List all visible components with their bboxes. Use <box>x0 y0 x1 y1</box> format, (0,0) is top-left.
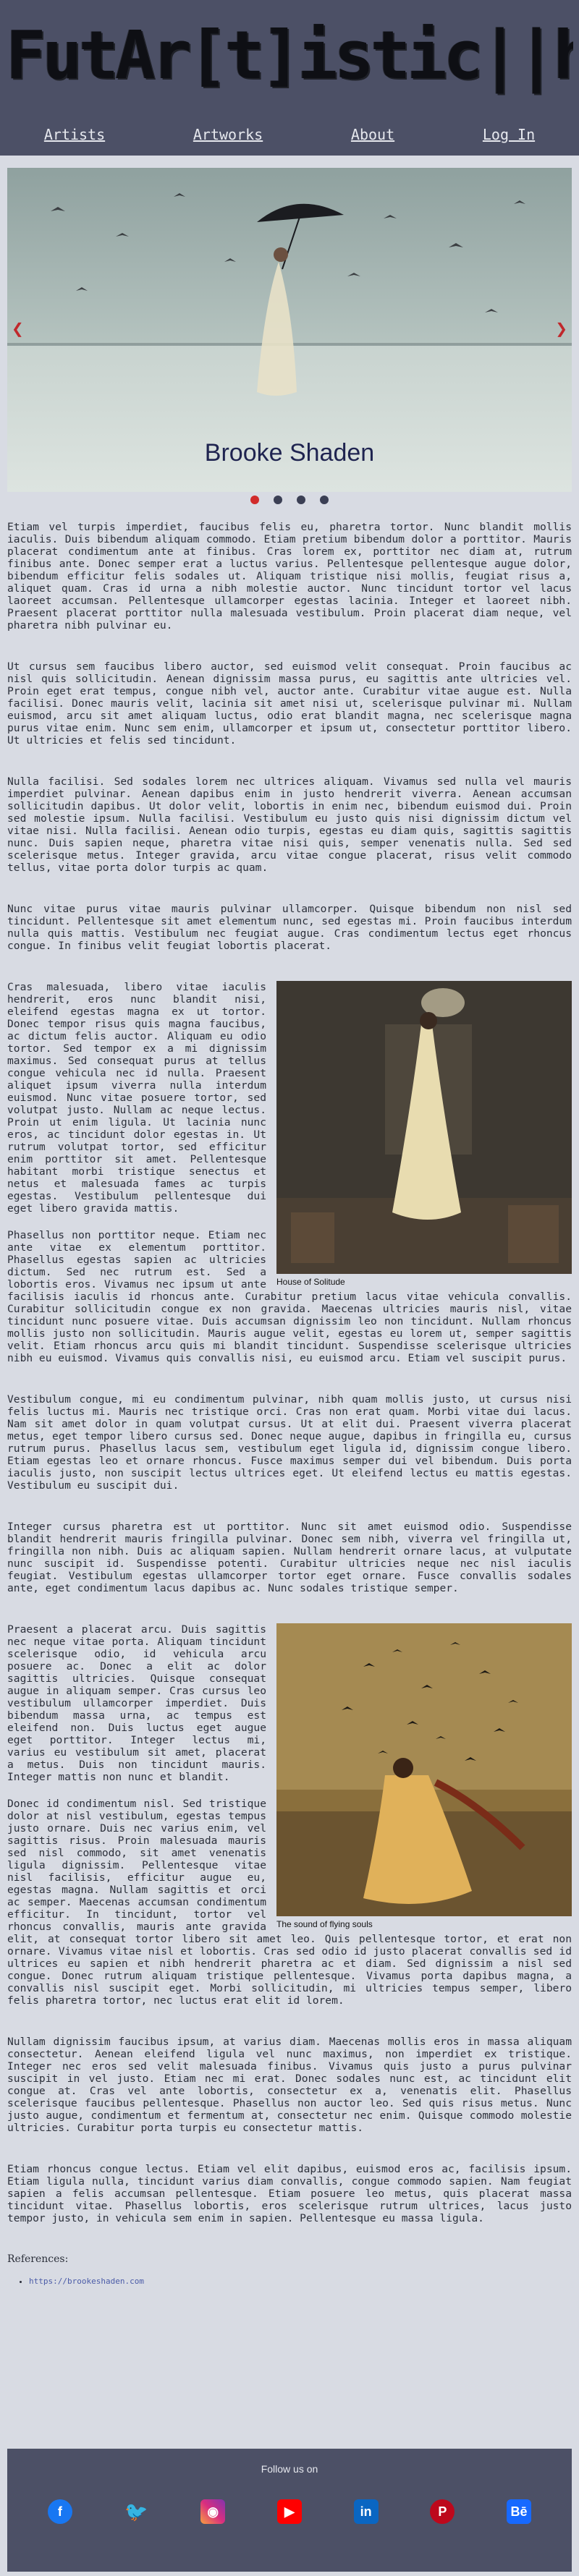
site-header: FutAr[t]istic||hvB Artists Artworks Abou… <box>0 0 579 156</box>
pinterest-icon[interactable]: P <box>430 2499 455 2524</box>
reference-item: https://brookeshaden.com <box>29 2277 572 2286</box>
artwork-label: House of Solitude <box>276 1277 345 1287</box>
youtube-icon[interactable]: ▶ <box>276 2499 302 2524</box>
slider-dot-4[interactable] <box>320 496 329 504</box>
paragraph: Integer cursus pharetra est ut porttitor… <box>7 1521 572 1594</box>
artwork-image-house-of-solitude[interactable] <box>276 981 572 1274</box>
nav-artworks[interactable]: Artworks <box>179 126 277 143</box>
twitter-icon[interactable]: 🐦 <box>124 2499 149 2524</box>
references-list: https://brookeshaden.com <box>7 2277 572 2286</box>
artwork-figure-2: The sound of flying souls <box>276 1623 572 1929</box>
slide-caption: Brooke Shaden <box>204 439 375 467</box>
paragraph: Etiam rhoncus congue lectus. Etiam vel e… <box>7 2163 572 2224</box>
paragraph: Nunc vitae purus vitae mauris pulvinar u… <box>7 903 572 952</box>
site-logo[interactable]: FutAr[t]istic||hvB <box>6 4 573 107</box>
social-links: f 🐦 ◉ ▶ in P Bē <box>7 2499 572 2524</box>
artwork-flying-souls <box>276 1623 572 1916</box>
linkedin-icon[interactable]: in <box>353 2499 379 2524</box>
paragraph: Ut cursus sem faucibus libero auctor, se… <box>7 660 572 747</box>
article-content: Etiam vel turpis imperdiet, faucibus fel… <box>7 521 572 2286</box>
slider-next-button[interactable]: ❯ <box>555 320 567 337</box>
behance-icon[interactable]: Bē <box>507 2499 532 2524</box>
instagram-icon[interactable]: ◉ <box>200 2499 226 2524</box>
nav-artists[interactable]: Artists <box>30 126 119 143</box>
slider-prev-button[interactable]: ❮ <box>12 320 24 337</box>
logo-text: FutAr[t]istic||hvB <box>6 17 573 94</box>
slider-dots <box>0 496 579 504</box>
follow-us-label: Follow us on <box>261 2463 318 2475</box>
facebook-icon[interactable]: f <box>47 2499 72 2524</box>
artwork-figure-1: House of Solitude <box>276 981 572 1287</box>
site-footer: Follow us on f 🐦 ◉ ▶ in P Bē <box>7 2449 572 2572</box>
artwork-image-flying-souls[interactable] <box>276 1623 572 1916</box>
slider-dot-2[interactable] <box>274 496 282 504</box>
main-nav: Artists Artworks About Log In <box>0 126 579 143</box>
slider-dot-3[interactable] <box>297 496 305 504</box>
paragraph: Vestibulum congue, mi eu condimentum pul… <box>7 1393 572 1492</box>
paragraph: Nullam dignissim faucibus ipsum, at vari… <box>7 2036 572 2134</box>
nav-about[interactable]: About <box>337 126 409 143</box>
references-title: References: <box>7 2253 69 2265</box>
paragraph: Etiam vel turpis imperdiet, faucibus fel… <box>7 521 572 632</box>
artwork-label: The sound of flying souls <box>276 1919 373 1929</box>
reference-link[interactable]: https://brookeshaden.com <box>29 2277 144 2286</box>
paragraph: Nulla facilisi. Sed sodales lorem nec ul… <box>7 775 572 874</box>
artwork-house-of-solitude <box>276 981 572 1274</box>
page: FutAr[t]istic||hvB Artists Artworks Abou… <box>0 0 579 2572</box>
image-slider: ❮ ❯ Brooke Shaden <box>7 168 572 492</box>
nav-login[interactable]: Log In <box>468 126 549 143</box>
slider-dot-1[interactable] <box>250 496 259 504</box>
